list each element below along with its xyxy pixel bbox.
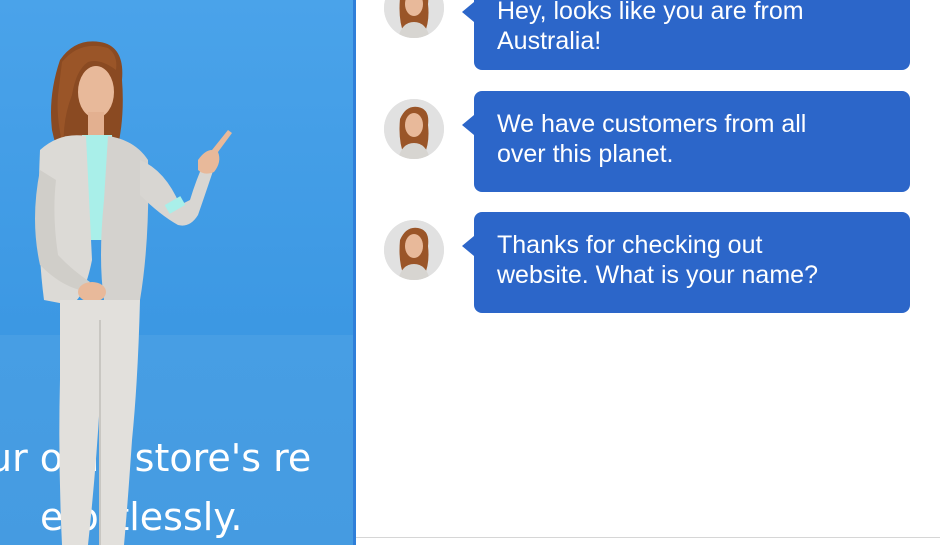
page: ur o ne store's re e ortlessly. Hey, loo… — [0, 0, 940, 545]
chat-bubble-text: We have customers from all — [497, 110, 807, 138]
chat-bubble: Thanks for checking out website. What is… — [462, 212, 910, 313]
chat-bubble-text: Hey, looks like you are from — [497, 0, 804, 25]
chat-panel: Hey, looks like you are from Australia! … — [353, 0, 940, 545]
chat-bubble: We have customers from all over this pla… — [462, 91, 910, 192]
chat-bubble-text: Thanks for checking out — [497, 231, 763, 259]
agent-avatar-icon — [384, 99, 444, 159]
chat-bubble-text: Australia! — [497, 27, 602, 55]
chat-bubble: Hey, looks like you are from Australia! — [462, 0, 910, 70]
agent-avatar-icon — [384, 220, 444, 280]
agent-avatar-icon — [384, 0, 444, 38]
chat-bubble-text: over this planet. — [497, 140, 674, 168]
chat-input-divider — [356, 537, 940, 538]
chat-bubble-text: website. What is your name? — [497, 261, 818, 289]
hero-section: ur o ne store's re e ortlessly. — [0, 0, 355, 545]
virtual-assistant-figure — [35, 41, 232, 545]
